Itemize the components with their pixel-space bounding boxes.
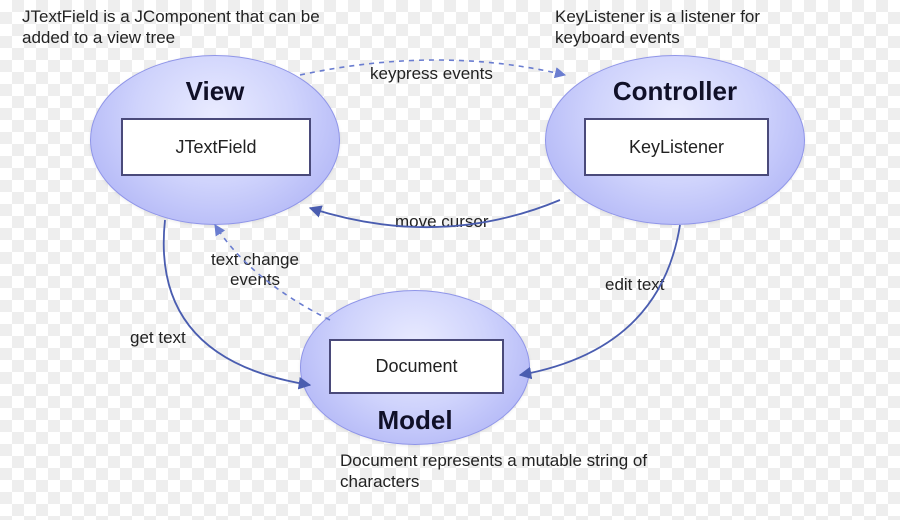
view-description: JTextField is a JComponent that can be a… xyxy=(22,6,342,49)
arrow-view-to-model xyxy=(164,220,310,385)
edge-label-keypress: keypress events xyxy=(370,64,493,84)
arrow-controller-to-model xyxy=(520,225,680,375)
model-title: Model xyxy=(301,405,529,436)
view-box: JTextField xyxy=(121,118,311,176)
view-node: View JTextField xyxy=(90,55,340,225)
edge-label-get-text: get text xyxy=(130,328,186,348)
controller-description: KeyListener is a listener for keyboard e… xyxy=(555,6,815,49)
edge-label-text-change: text change events xyxy=(200,250,310,291)
controller-node: Controller KeyListener xyxy=(545,55,805,225)
view-title: View xyxy=(91,76,339,107)
model-description: Document represents a mutable string of … xyxy=(340,450,700,493)
model-box: Document xyxy=(329,339,504,394)
mvc-diagram: JTextField is a JComponent that can be a… xyxy=(0,0,900,520)
model-node: Document Model xyxy=(300,290,530,445)
edge-label-move-cursor: move cursor xyxy=(395,212,489,232)
edge-label-edit-text: edit text xyxy=(605,275,665,295)
controller-box: KeyListener xyxy=(584,118,769,176)
controller-title: Controller xyxy=(546,76,804,107)
